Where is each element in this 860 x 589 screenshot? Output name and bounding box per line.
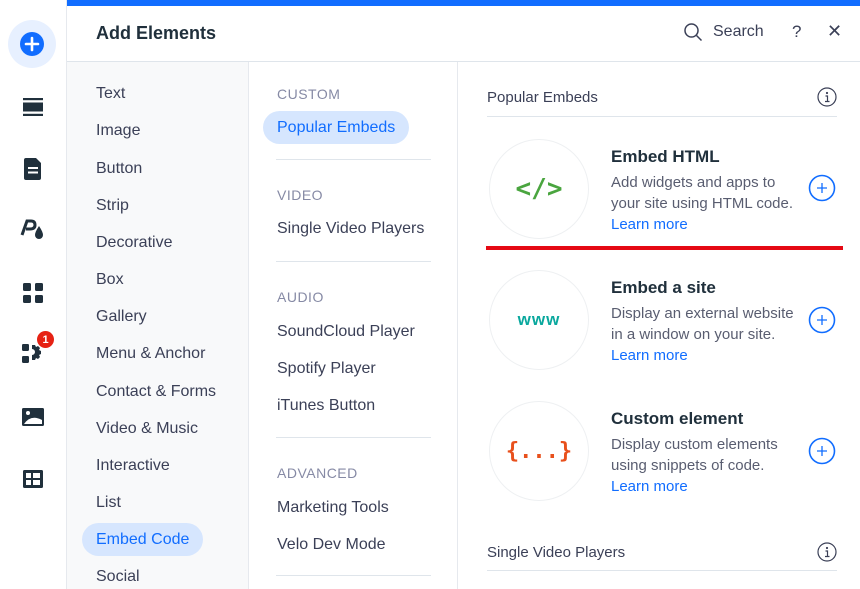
card-title: Custom element — [611, 409, 744, 428]
info-icon[interactable] — [817, 87, 837, 107]
custom-element-thumbnail[interactable]: {...} — [489, 401, 589, 501]
category-strip[interactable]: Strip — [82, 189, 143, 222]
subcategory-spotify-player[interactable]: Spotify Player — [263, 352, 390, 385]
notification-badge: 1 — [37, 331, 54, 348]
code-icon: </> — [515, 174, 563, 204]
add-custom-element-button[interactable] — [808, 437, 836, 465]
card-title: Embed HTML — [611, 147, 720, 166]
section-header-popular-embeds: Popular Embeds — [487, 62, 837, 117]
category-gallery[interactable]: Gallery — [82, 300, 161, 333]
cms-button[interactable] — [10, 456, 56, 502]
category-embed-code[interactable]: Embed Code — [82, 523, 204, 556]
divider — [276, 159, 431, 160]
divider — [276, 575, 431, 576]
subcategory-soundcloud-player[interactable]: SoundCloud Player — [263, 315, 429, 348]
media-button[interactable] — [10, 394, 56, 440]
category-video-music[interactable]: Video & Music — [82, 412, 212, 445]
category-decorative[interactable]: Decorative — [82, 226, 186, 259]
section-title: Single Video Players — [487, 544, 626, 561]
subcategory-itunes-button[interactable]: iTunes Button — [263, 389, 389, 422]
card-description: Display an external website in a window … — [611, 305, 794, 364]
panel-header: Add Elements Search ? ✕ — [67, 6, 860, 62]
search-button[interactable]: Search — [683, 22, 764, 42]
learn-more-link[interactable]: Learn more — [611, 216, 688, 233]
category-text[interactable]: Text — [82, 77, 139, 110]
add-elements-button[interactable] — [8, 20, 56, 68]
divider — [276, 437, 431, 438]
subcategory-velo-dev-mode[interactable]: Velo Dev Mode — [263, 528, 400, 561]
embed-content: Popular Embeds </> Embed HTML Add widget… — [459, 62, 860, 589]
category-menu-anchor[interactable]: Menu & Anchor — [82, 337, 219, 370]
sections-button[interactable] — [10, 84, 56, 130]
add-icon — [20, 32, 44, 56]
embed-html-thumbnail[interactable]: </> — [489, 139, 589, 239]
category-list[interactable]: List — [82, 486, 135, 519]
search-label: Search — [713, 23, 764, 40]
category-social[interactable]: Social — [82, 560, 154, 589]
panel-title: Add Elements — [96, 23, 217, 43]
subcategory-single-video-players[interactable]: Single Video Players — [263, 212, 438, 245]
category-box[interactable]: Box — [82, 263, 138, 296]
curly-braces-icon: {...} — [505, 438, 573, 464]
close-button[interactable]: ✕ — [827, 21, 842, 42]
left-toolbar: 1 — [0, 0, 67, 589]
info-icon[interactable] — [817, 542, 837, 562]
add-embed-html-button[interactable] — [808, 174, 836, 202]
category-contact-forms[interactable]: Contact & Forms — [82, 375, 230, 408]
category-interactive[interactable]: Interactive — [82, 449, 184, 482]
sections-icon — [23, 98, 43, 116]
search-icon — [684, 23, 703, 42]
business-apps-button[interactable]: 1 — [10, 331, 56, 377]
card-description: Add widgets and apps to your site using … — [611, 174, 794, 233]
embed-html-card[interactable]: </> Embed HTML Add widgets and apps to y… — [487, 139, 847, 249]
section-title-advanced: ADVANCED — [277, 465, 358, 481]
pages-button[interactable] — [10, 146, 56, 192]
add-embed-site-button[interactable] — [808, 306, 836, 334]
section-title-video: VIDEO — [277, 187, 324, 203]
cms-table-icon — [23, 470, 43, 488]
card-description: Display custom elements using snippets o… — [611, 436, 778, 495]
add-elements-panel: Add Elements Search ? ✕ Text Image Butto… — [67, 0, 860, 589]
apps-button[interactable] — [10, 270, 56, 316]
divider — [276, 261, 431, 262]
category-button[interactable]: Button — [82, 152, 156, 185]
section-title-audio: AUDIO — [277, 289, 324, 305]
subcategory-popular-embeds[interactable]: Popular Embeds — [263, 111, 410, 144]
category-image[interactable]: Image — [82, 114, 154, 147]
site-design-button[interactable] — [10, 207, 56, 253]
www-icon: www — [517, 310, 561, 329]
pages-icon — [24, 158, 41, 180]
apps-icon — [23, 283, 43, 303]
card-title: Embed a site — [611, 278, 716, 297]
site-design-icon — [20, 219, 43, 239]
learn-more-link[interactable]: Learn more — [611, 347, 688, 364]
section-header-single-video-players: Single Video Players — [487, 517, 837, 571]
media-icon — [22, 408, 44, 426]
help-button[interactable]: ? — [792, 22, 801, 42]
highlight-underline — [486, 246, 843, 250]
embed-site-card[interactable]: www Embed a site Display an external web… — [487, 270, 847, 380]
learn-more-link[interactable]: Learn more — [611, 478, 688, 495]
embed-site-thumbnail[interactable]: www — [489, 270, 589, 370]
subcategory-list: CUSTOM Popular Embeds VIDEO Single Video… — [249, 62, 458, 589]
section-title-custom: CUSTOM — [277, 86, 341, 102]
subcategory-marketing-tools[interactable]: Marketing Tools — [263, 491, 403, 524]
category-list: Text Image Button Strip Decorative Box G… — [67, 62, 249, 589]
custom-element-card[interactable]: {...} Custom element Display custom elem… — [487, 401, 847, 511]
section-title: Popular Embeds — [487, 89, 598, 106]
